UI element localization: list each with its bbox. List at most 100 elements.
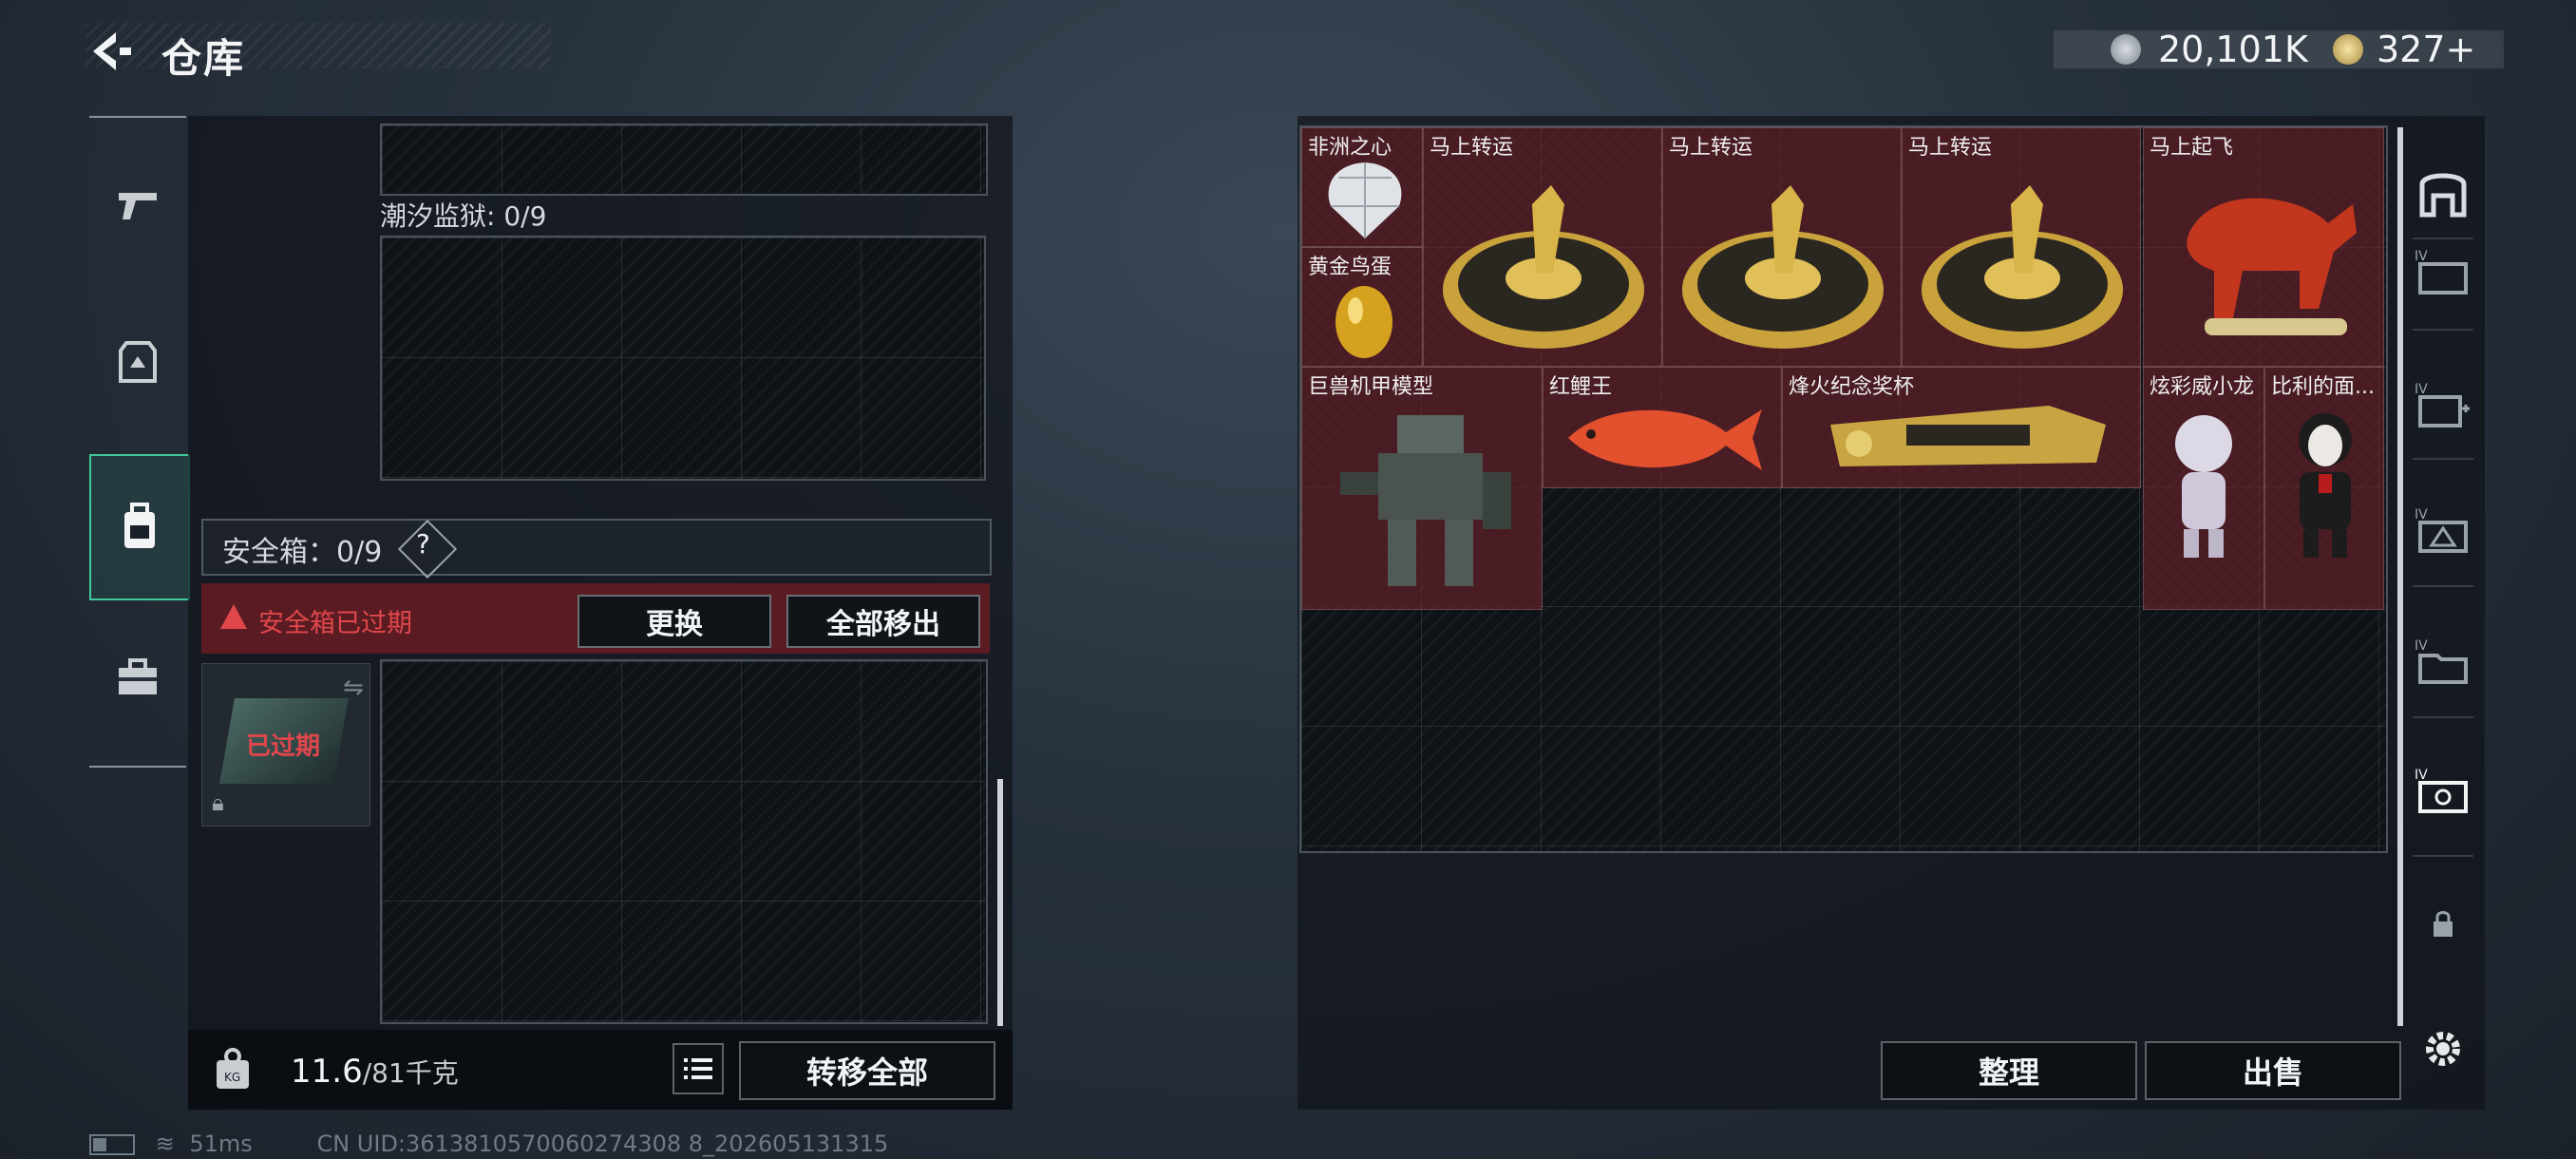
item-name: 比利的面... <box>2271 375 2375 399</box>
wifi-icon: ≋ <box>155 1130 175 1157</box>
backpack-tab[interactable] <box>89 454 190 600</box>
case-icon: IV <box>2415 249 2468 294</box>
settings-button[interactable] <box>2413 1018 2473 1079</box>
ping-text: 51ms <box>189 1130 253 1157</box>
weight-current: 11.6 <box>291 1053 363 1091</box>
luck-dial-art <box>1922 185 2123 349</box>
separator <box>2413 855 2473 857</box>
item-good-luck-1[interactable]: 马上转运 <box>1423 127 1662 367</box>
container-tab-2[interactable]: IV <box>2413 243 2473 304</box>
thumb-status: 已过期 <box>246 732 321 761</box>
expired-warning: 安全箱已过期 <box>258 609 412 638</box>
coin-icon <box>2111 34 2141 65</box>
gear-icon <box>2426 1032 2460 1066</box>
svg-text:KG: KG <box>224 1071 240 1084</box>
item-billys-mask[interactable]: 比利的面... <box>2264 367 2384 610</box>
separator <box>2413 458 2473 460</box>
item-name: 马上起飞 <box>2150 136 2234 160</box>
item-red-carp[interactable]: 红鲤王 <box>1543 367 1782 488</box>
svg-text:IV: IV <box>2415 249 2428 264</box>
medkit-icon: IV <box>2415 382 2470 428</box>
item-name: 马上转运 <box>1908 136 1993 160</box>
currency-secondary[interactable]: 327+ <box>2377 28 2475 70</box>
item-name: 马上转运 <box>1669 136 1753 160</box>
list-view-button[interactable] <box>672 1043 724 1094</box>
transfer-all-button[interactable]: 转移全部 <box>739 1041 995 1100</box>
mech-art <box>1340 415 1511 586</box>
locked-tab[interactable] <box>2413 893 2473 954</box>
golden-egg-art <box>1335 286 1392 358</box>
vault-icon <box>2419 173 2467 218</box>
container-tab-4[interactable]: IV <box>2413 502 2473 562</box>
separator <box>2413 329 2473 331</box>
container-tab-5[interactable]: IV <box>2413 633 2473 694</box>
item-heart-of-africa[interactable]: 非洲之心 <box>1301 127 1423 247</box>
safe-box-thumbnail[interactable]: ⇋ 已过期 🔒︎ <box>201 663 370 826</box>
svg-text:IV: IV <box>2415 768 2428 783</box>
page-title: 仓库 <box>161 35 246 82</box>
weight-value: 11.6/81千克 <box>291 1053 459 1091</box>
item-beacon-trophy[interactable]: 烽火纪念奖杯 <box>1782 367 2141 488</box>
separator <box>2413 238 2473 239</box>
container-tab-1[interactable] <box>2413 162 2473 222</box>
svg-text:IV: IV <box>2415 382 2428 397</box>
uid-text: CN UID:3613810570060274308 8_20260513131… <box>316 1130 889 1157</box>
toolbox-icon <box>119 658 157 694</box>
ammo-box-icon: IV <box>2415 507 2468 553</box>
diamond-art <box>1328 162 1402 238</box>
status-bar: ≋ 51ms CN UID:3613810570060274308 8_2026… <box>89 1130 888 1157</box>
luck-dial-art <box>1443 185 1644 349</box>
lock-icon: 🔒︎ <box>212 789 224 816</box>
prison-label: 潮汐监狱: 0/9 <box>380 200 547 232</box>
svg-text:IV: IV <box>2415 507 2428 522</box>
red-carp-art <box>1568 409 1762 470</box>
item-name: 炫彩威小龙 <box>2150 375 2255 399</box>
list-icon <box>684 1058 712 1079</box>
lock-icon <box>2434 911 2453 937</box>
remove-all-button[interactable]: 全部移出 <box>786 595 980 648</box>
container-tab-6-active[interactable]: IV <box>2413 762 2473 823</box>
dragon-figure-art <box>2175 415 2232 558</box>
back-icon[interactable] <box>87 28 135 74</box>
toolbox-tab[interactable] <box>89 616 186 739</box>
prison-grid[interactable] <box>380 236 986 481</box>
folder-icon: IV <box>2415 638 2468 684</box>
trophy-art <box>1830 406 2106 466</box>
backpack-icon <box>124 503 155 548</box>
left-scrollbar[interactable] <box>997 779 1003 1026</box>
safe-icon: IV <box>2415 768 2468 813</box>
header-bar <box>85 23 551 68</box>
item-good-luck-2[interactable]: 马上转运 <box>1662 127 1902 367</box>
armor-tab[interactable] <box>89 300 186 424</box>
sell-button[interactable]: 出售 <box>2145 1041 2401 1100</box>
gem-icon <box>2333 34 2363 65</box>
help-text: ? <box>416 528 430 560</box>
svg-text:IV: IV <box>2415 638 2428 654</box>
luck-dial-art <box>1682 185 1884 349</box>
item-mech-model[interactable]: 巨兽机甲模型 <box>1301 367 1543 610</box>
safe-box-label: 安全箱：0/9 <box>222 536 383 569</box>
battery-icon <box>89 1134 135 1155</box>
weight-max: /81千克 <box>362 1057 459 1089</box>
prev-container-grid <box>380 124 988 196</box>
weapon-tab[interactable] <box>89 142 186 266</box>
separator <box>2413 716 2473 718</box>
currency-primary: 20,101K <box>2158 28 2308 70</box>
weight-icon: KG <box>209 1045 256 1092</box>
sort-button[interactable]: 整理 <box>1881 1041 2137 1100</box>
replace-button[interactable]: 更换 <box>578 595 771 648</box>
item-name: 马上转运 <box>1430 136 1514 160</box>
swap-icon[interactable]: ⇋ <box>343 674 364 702</box>
armor-icon <box>119 341 157 383</box>
puppet-art <box>2299 413 2352 558</box>
gun-icon <box>119 193 157 219</box>
item-colorful-dragon[interactable]: 炫彩威小龙 <box>2143 367 2264 610</box>
warning-icon <box>220 604 247 629</box>
item-horse-takeoff[interactable]: 马上起飞 <box>2143 127 2384 367</box>
red-horse-art <box>2187 198 2357 335</box>
item-good-luck-3[interactable]: 马上转运 <box>1902 127 2141 367</box>
safe-box-grid[interactable] <box>380 659 988 1024</box>
container-tab-3[interactable]: IV <box>2413 376 2473 437</box>
separator <box>2413 585 2473 587</box>
item-golden-egg[interactable]: 黄金鸟蛋 <box>1301 247 1423 367</box>
